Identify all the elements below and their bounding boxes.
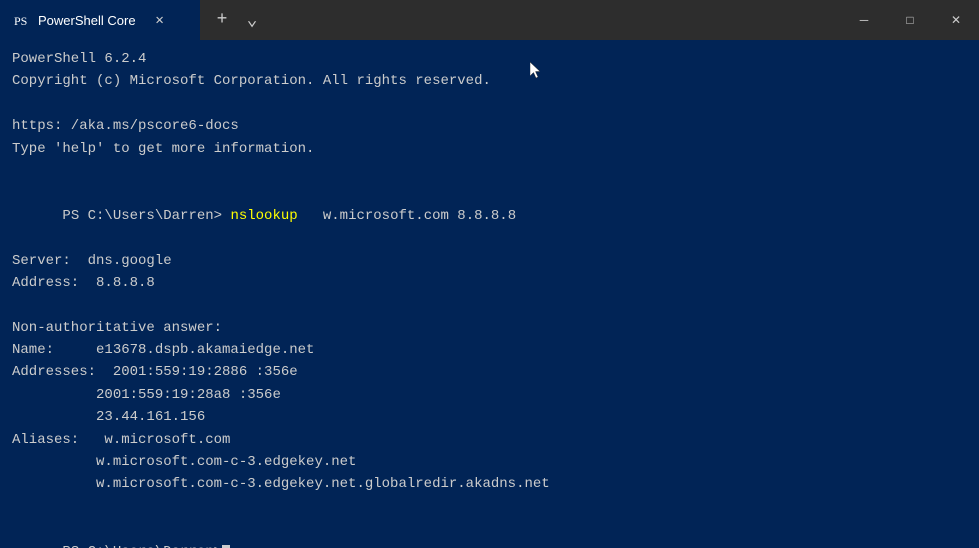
tab-controls: + ⌄ [200,6,274,34]
terminal-cursor [222,545,230,548]
output-line-8: Server: dns.google [12,250,967,272]
output-line-13: Addresses: 2001:559:19:2886 :356e [12,361,967,383]
output-line-2: Copyright (c) Microsoft Corporation. All… [12,70,967,92]
new-tab-button[interactable]: + [208,6,236,34]
output-line-14: 2001:559:19:28a8 :356e [12,384,967,406]
output-line-15: 23.44.161.156 [12,406,967,428]
output-line-4: https: /aka.ms/pscore6-docs [12,115,967,137]
output-line-11: Non-authoritative answer: [12,317,967,339]
output-line-19 [12,496,967,518]
tab-dropdown-button[interactable]: ⌄ [238,6,266,34]
output-line-10 [12,294,967,316]
command-text: nslookup [230,208,297,224]
powershell-window: PS PowerShell Core ✕ + ⌄ ─ □ ✕ PowerShel… [0,0,979,548]
active-tab[interactable]: PS PowerShell Core ✕ [0,0,200,40]
output-line-5: Type 'help' to get more information. [12,138,967,160]
output-line-16: Aliases: w.microsoft.com [12,429,967,451]
output-line-3 [12,93,967,115]
output-line-cmd: PS C:\Users\Darren> nslookup w.microsoft… [12,182,967,249]
output-line-12: Name: e13678.dspb.akamaiedge.net [12,339,967,361]
output-line-6 [12,160,967,182]
output-line-prompt: PS C:\Users\Darren> [12,518,967,548]
maximize-button[interactable]: □ [887,0,933,40]
prompt-label: PS C:\Users\Darren> [62,208,230,224]
output-line-9: Address: 8.8.8.8 [12,272,967,294]
titlebar: PS PowerShell Core ✕ + ⌄ ─ □ ✕ [0,0,979,40]
close-button[interactable]: ✕ [933,0,979,40]
final-prompt: PS C:\Users\Darren> [62,544,222,548]
window-controls: ─ □ ✕ [841,0,979,40]
tab-area: PS PowerShell Core ✕ + ⌄ [0,0,841,40]
terminal-body[interactable]: PowerShell 6.2.4 Copyright (c) Microsoft… [0,40,979,548]
tab-close-button[interactable]: ✕ [152,12,168,28]
output-line-1: PowerShell 6.2.4 [12,48,967,70]
powershell-icon: PS [12,11,30,29]
tab-title-label: PowerShell Core [38,13,136,28]
output-line-17: w.microsoft.com-c-3.edgekey.net [12,451,967,473]
minimize-button[interactable]: ─ [841,0,887,40]
command-args: w.microsoft.com 8.8.8.8 [298,208,516,224]
svg-text:PS: PS [14,14,27,28]
output-line-18: w.microsoft.com-c-3.edgekey.net.globalre… [12,473,967,495]
